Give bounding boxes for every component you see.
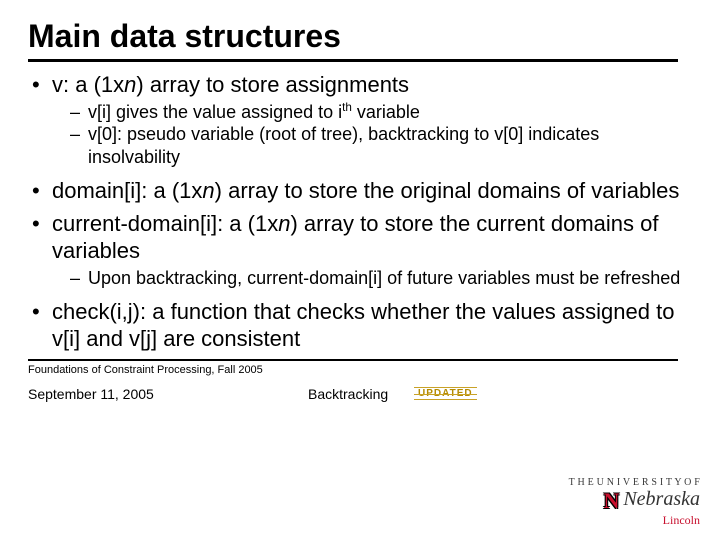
logo-line1: T H E U N I V E R S I T Y O F <box>569 477 700 488</box>
title-rule <box>28 59 678 62</box>
text: ) array to store the original domains of… <box>215 178 680 203</box>
footer-rule <box>28 359 678 361</box>
updated-stamp: UPDATED <box>418 388 473 399</box>
subitem: v[0]: pseudo variable (root of tree), ba… <box>70 123 692 168</box>
logo-n-mark: N <box>603 488 619 514</box>
text-italic: n <box>124 72 136 97</box>
text-italic: n <box>278 211 290 236</box>
logo-name: Nebraska <box>623 488 700 510</box>
footer-date: September 11, 2005 <box>28 386 308 402</box>
text-italic: n <box>202 178 214 203</box>
superscript: th <box>342 101 352 114</box>
text: domain[i]: a (1x <box>52 178 202 203</box>
text: ) array to store assignments <box>136 72 409 97</box>
footer-topic: Backtracking <box>308 386 418 402</box>
sublist: Upon backtracking, current-domain[i] of … <box>52 267 692 290</box>
slide-title: Main data structures <box>28 18 692 55</box>
university-logo: T H E U N I V E R S I T Y O F NNebraska … <box>569 477 700 526</box>
sublist: v[i] gives the value assigned to ith var… <box>52 101 692 169</box>
updated-strike <box>414 394 477 395</box>
bullet-domain: domain[i]: a (1xn) array to store the or… <box>28 178 692 205</box>
text: v[i] gives the value assigned to i <box>88 102 342 122</box>
footer-row: September 11, 2005 Backtracking UPDATED <box>28 386 692 402</box>
course-footer: Foundations of Constraint Processing, Fa… <box>28 364 692 376</box>
bullet-current-domain: current-domain[i]: a (1xn) array to stor… <box>28 211 692 289</box>
logo-city: Lincoln <box>569 514 700 526</box>
bullet-check: check(i,j): a function that checks wheth… <box>28 299 692 353</box>
text: variable <box>352 102 420 122</box>
bullet-v: v: a (1xn) array to store assignments v[… <box>28 72 692 168</box>
subitem: Upon backtracking, current-domain[i] of … <box>70 267 692 290</box>
bullet-list: v: a (1xn) array to store assignments v[… <box>28 72 692 353</box>
text: current-domain[i]: a (1x <box>52 211 278 236</box>
subitem: v[i] gives the value assigned to ith var… <box>70 101 692 124</box>
text: v: a (1x <box>52 72 124 97</box>
